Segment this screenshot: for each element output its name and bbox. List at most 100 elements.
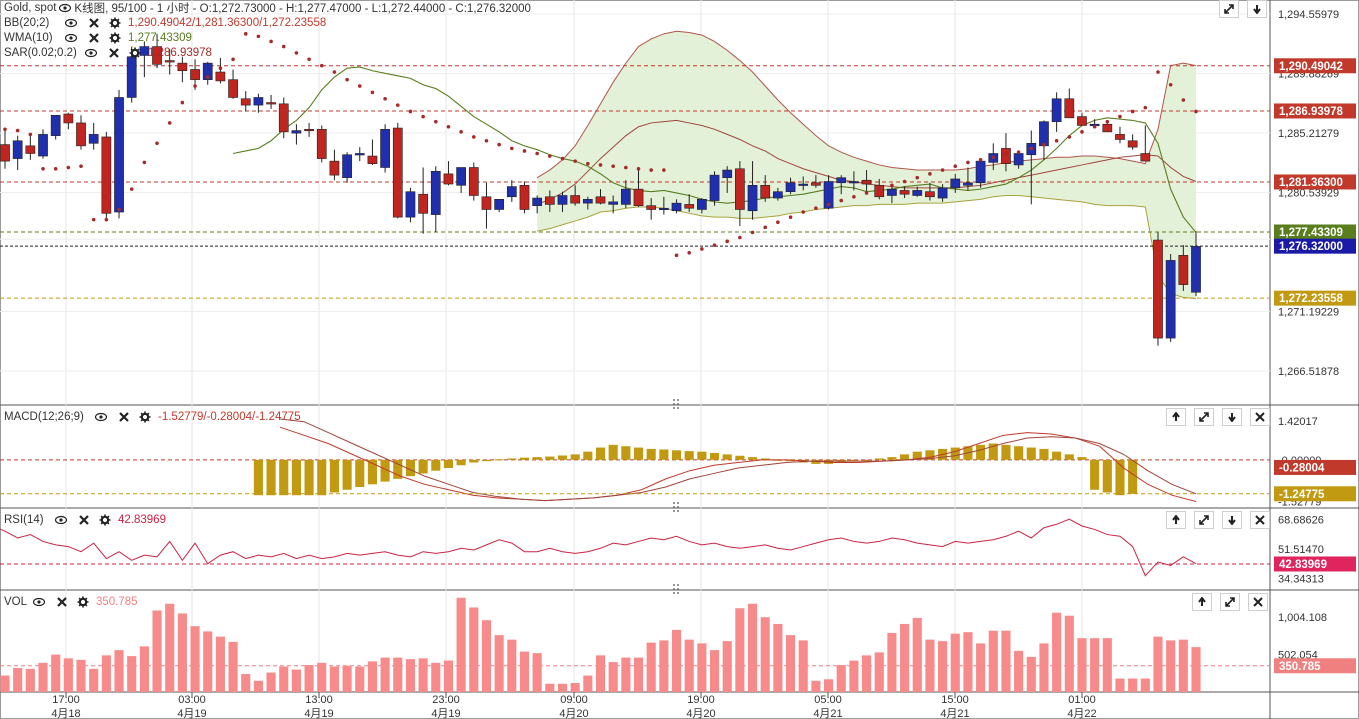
macd-histogram-bar [456, 459, 466, 466]
volume-bar [1191, 647, 1201, 692]
volume-bar [13, 668, 23, 692]
close-icon[interactable] [86, 16, 102, 30]
legend-macd: MACD(12;26;9) -1.52779/-0.28004/-1.24775 [4, 410, 301, 424]
close-panel-button[interactable] [1250, 511, 1270, 529]
eye-icon[interactable] [31, 595, 47, 609]
macd-histogram-bar [595, 447, 606, 460]
move-down-button[interactable] [1247, 0, 1267, 18]
candle-body [671, 202, 682, 212]
main-panel-buttons [1219, 0, 1267, 18]
macd-histogram-bar [583, 451, 593, 460]
gear-icon[interactable] [127, 46, 143, 60]
bb-label: BB(20;2) [4, 17, 50, 29]
macd-histogram-bar [532, 457, 542, 460]
macd-histogram-bar [545, 456, 555, 460]
candle-body [620, 188, 631, 205]
sar-dot [586, 161, 590, 166]
close-icon[interactable] [86, 31, 102, 45]
expand-button[interactable] [1194, 511, 1214, 529]
candle-body [1153, 239, 1163, 339]
legend-main: Gold, spot K线图, 95/100 - 1 小时 - O:1,272.… [4, 1, 531, 15]
rsi-tag-label: 42.83969 [1279, 559, 1327, 571]
chart-info-label: K线图, 95/100 - 1 小时 - O:1,272.73000 - H:1… [74, 3, 531, 15]
expand-button[interactable] [1194, 408, 1214, 426]
close-panel-button[interactable] [1248, 593, 1268, 611]
sar-dot [649, 168, 653, 172]
handle-dot [673, 403, 675, 405]
expand-button[interactable] [1220, 593, 1240, 611]
eye-icon[interactable] [53, 513, 69, 527]
close-icon[interactable] [76, 513, 92, 527]
sar-dot [1004, 152, 1008, 157]
gear-icon[interactable] [107, 31, 123, 45]
sar-dot [776, 220, 780, 225]
volume-bar [785, 635, 796, 692]
gear-icon[interactable] [75, 595, 91, 609]
candle [1077, 112, 1087, 126]
candle-body [709, 174, 720, 201]
eye-icon[interactable] [63, 16, 79, 30]
close-icon [1255, 515, 1265, 525]
move-down-button[interactable] [1222, 511, 1242, 529]
candle [202, 61, 213, 85]
eye-icon[interactable] [93, 410, 109, 424]
vol-tag: 350.785 [1274, 658, 1356, 674]
volume-bar [127, 656, 137, 692]
handle-dot [677, 506, 679, 508]
macd-histogram-bar [874, 458, 884, 460]
move-up-button[interactable] [1192, 593, 1212, 611]
eye-icon[interactable] [83, 46, 99, 60]
volume-bar [836, 665, 846, 692]
candle [177, 56, 188, 83]
eye-icon[interactable] [63, 31, 79, 45]
candle-body [1115, 134, 1125, 140]
candle-body [836, 177, 847, 184]
volume-bar [671, 629, 682, 692]
candle-body [735, 168, 745, 210]
close-panel-button[interactable] [1250, 408, 1270, 426]
macd-tick-label: 1.42017 [1278, 416, 1318, 428]
macd-histogram-bar [684, 451, 694, 460]
volume-bar [1128, 678, 1138, 692]
candle [266, 94, 276, 109]
move-up-button[interactable] [1166, 511, 1186, 529]
candle-body [278, 103, 289, 133]
candle [253, 93, 264, 113]
eye-icon[interactable] [57, 1, 73, 15]
expand-icon [1199, 412, 1209, 422]
candle-body [228, 79, 238, 98]
gear-icon[interactable] [97, 513, 113, 527]
gear-icon[interactable] [107, 16, 123, 30]
close-icon[interactable] [54, 595, 70, 609]
vol-tick-label: 1,004.108 [1278, 612, 1327, 624]
close-icon[interactable] [106, 46, 122, 60]
volume-bar [279, 666, 289, 692]
volume-bar [1077, 638, 1087, 692]
move-down-button[interactable] [1222, 408, 1242, 426]
candle-body [1127, 140, 1138, 148]
gear-icon[interactable] [137, 410, 153, 424]
candle [443, 161, 454, 186]
candle-body [240, 98, 251, 106]
chart-canvas[interactable]: 1,294.559791,289.882691,285.212791,280.5… [0, 0, 1359, 719]
volume-bar [507, 639, 517, 692]
handle-dot [673, 588, 675, 590]
sar-dot [611, 164, 615, 169]
candle [1153, 232, 1163, 346]
sar-dot [269, 39, 273, 44]
candle-body [50, 114, 61, 136]
volume-bar [583, 675, 593, 692]
sar-dot [1067, 135, 1072, 139]
close-icon[interactable] [116, 410, 132, 424]
macd-histogram-bar [1014, 446, 1024, 460]
candle-body [329, 160, 340, 176]
expand-button[interactable] [1219, 0, 1239, 18]
volume-bar [139, 646, 149, 692]
sar-dot [104, 217, 109, 222]
candle [1064, 88, 1075, 119]
volume-bar [469, 607, 479, 692]
move-up-button[interactable] [1166, 408, 1186, 426]
price-tag-label: 1,272.23558 [1279, 293, 1344, 305]
sar-dot [180, 100, 185, 105]
sar-dot [573, 159, 577, 163]
